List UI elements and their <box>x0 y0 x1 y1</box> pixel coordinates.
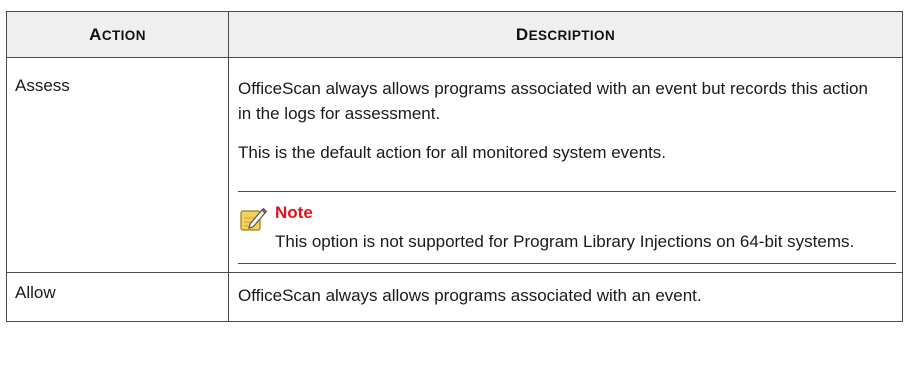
header-action-rest: CTION <box>101 27 146 43</box>
table-row: Assess OfficeScan always allows programs… <box>6 57 903 273</box>
description-paragraph: This is the default action for all monit… <box>238 143 667 162</box>
description-paragraph: OfficeScan always allows programs associ… <box>238 79 868 123</box>
header-action: ACTION <box>6 11 229 58</box>
actions-table: ACTION DESCRIPTION Assess OfficeScan alw… <box>6 11 903 322</box>
header-description-initial: D <box>515 24 529 44</box>
table-header-row: ACTION DESCRIPTION <box>6 11 903 58</box>
header-action-initial: A <box>89 24 102 44</box>
note-text: This option is not supported for Program… <box>275 232 855 251</box>
header-description: DESCRIPTION <box>228 11 903 58</box>
note-callout: Note This option is not supported for Pr… <box>238 191 896 264</box>
header-description-rest: ESCRIPTION <box>528 27 616 43</box>
action-cell: Assess <box>6 57 229 273</box>
note-title: Note <box>275 203 313 222</box>
description-cell: OfficeScan always allows programs associ… <box>228 272 903 322</box>
action-cell: Allow <box>6 272 229 322</box>
table-row: Allow OfficeScan always allows programs … <box>6 272 903 322</box>
note-pencil-icon <box>240 207 268 231</box>
description-cell: OfficeScan always allows programs associ… <box>228 57 903 273</box>
description-paragraph: OfficeScan always allows programs associ… <box>238 286 702 305</box>
